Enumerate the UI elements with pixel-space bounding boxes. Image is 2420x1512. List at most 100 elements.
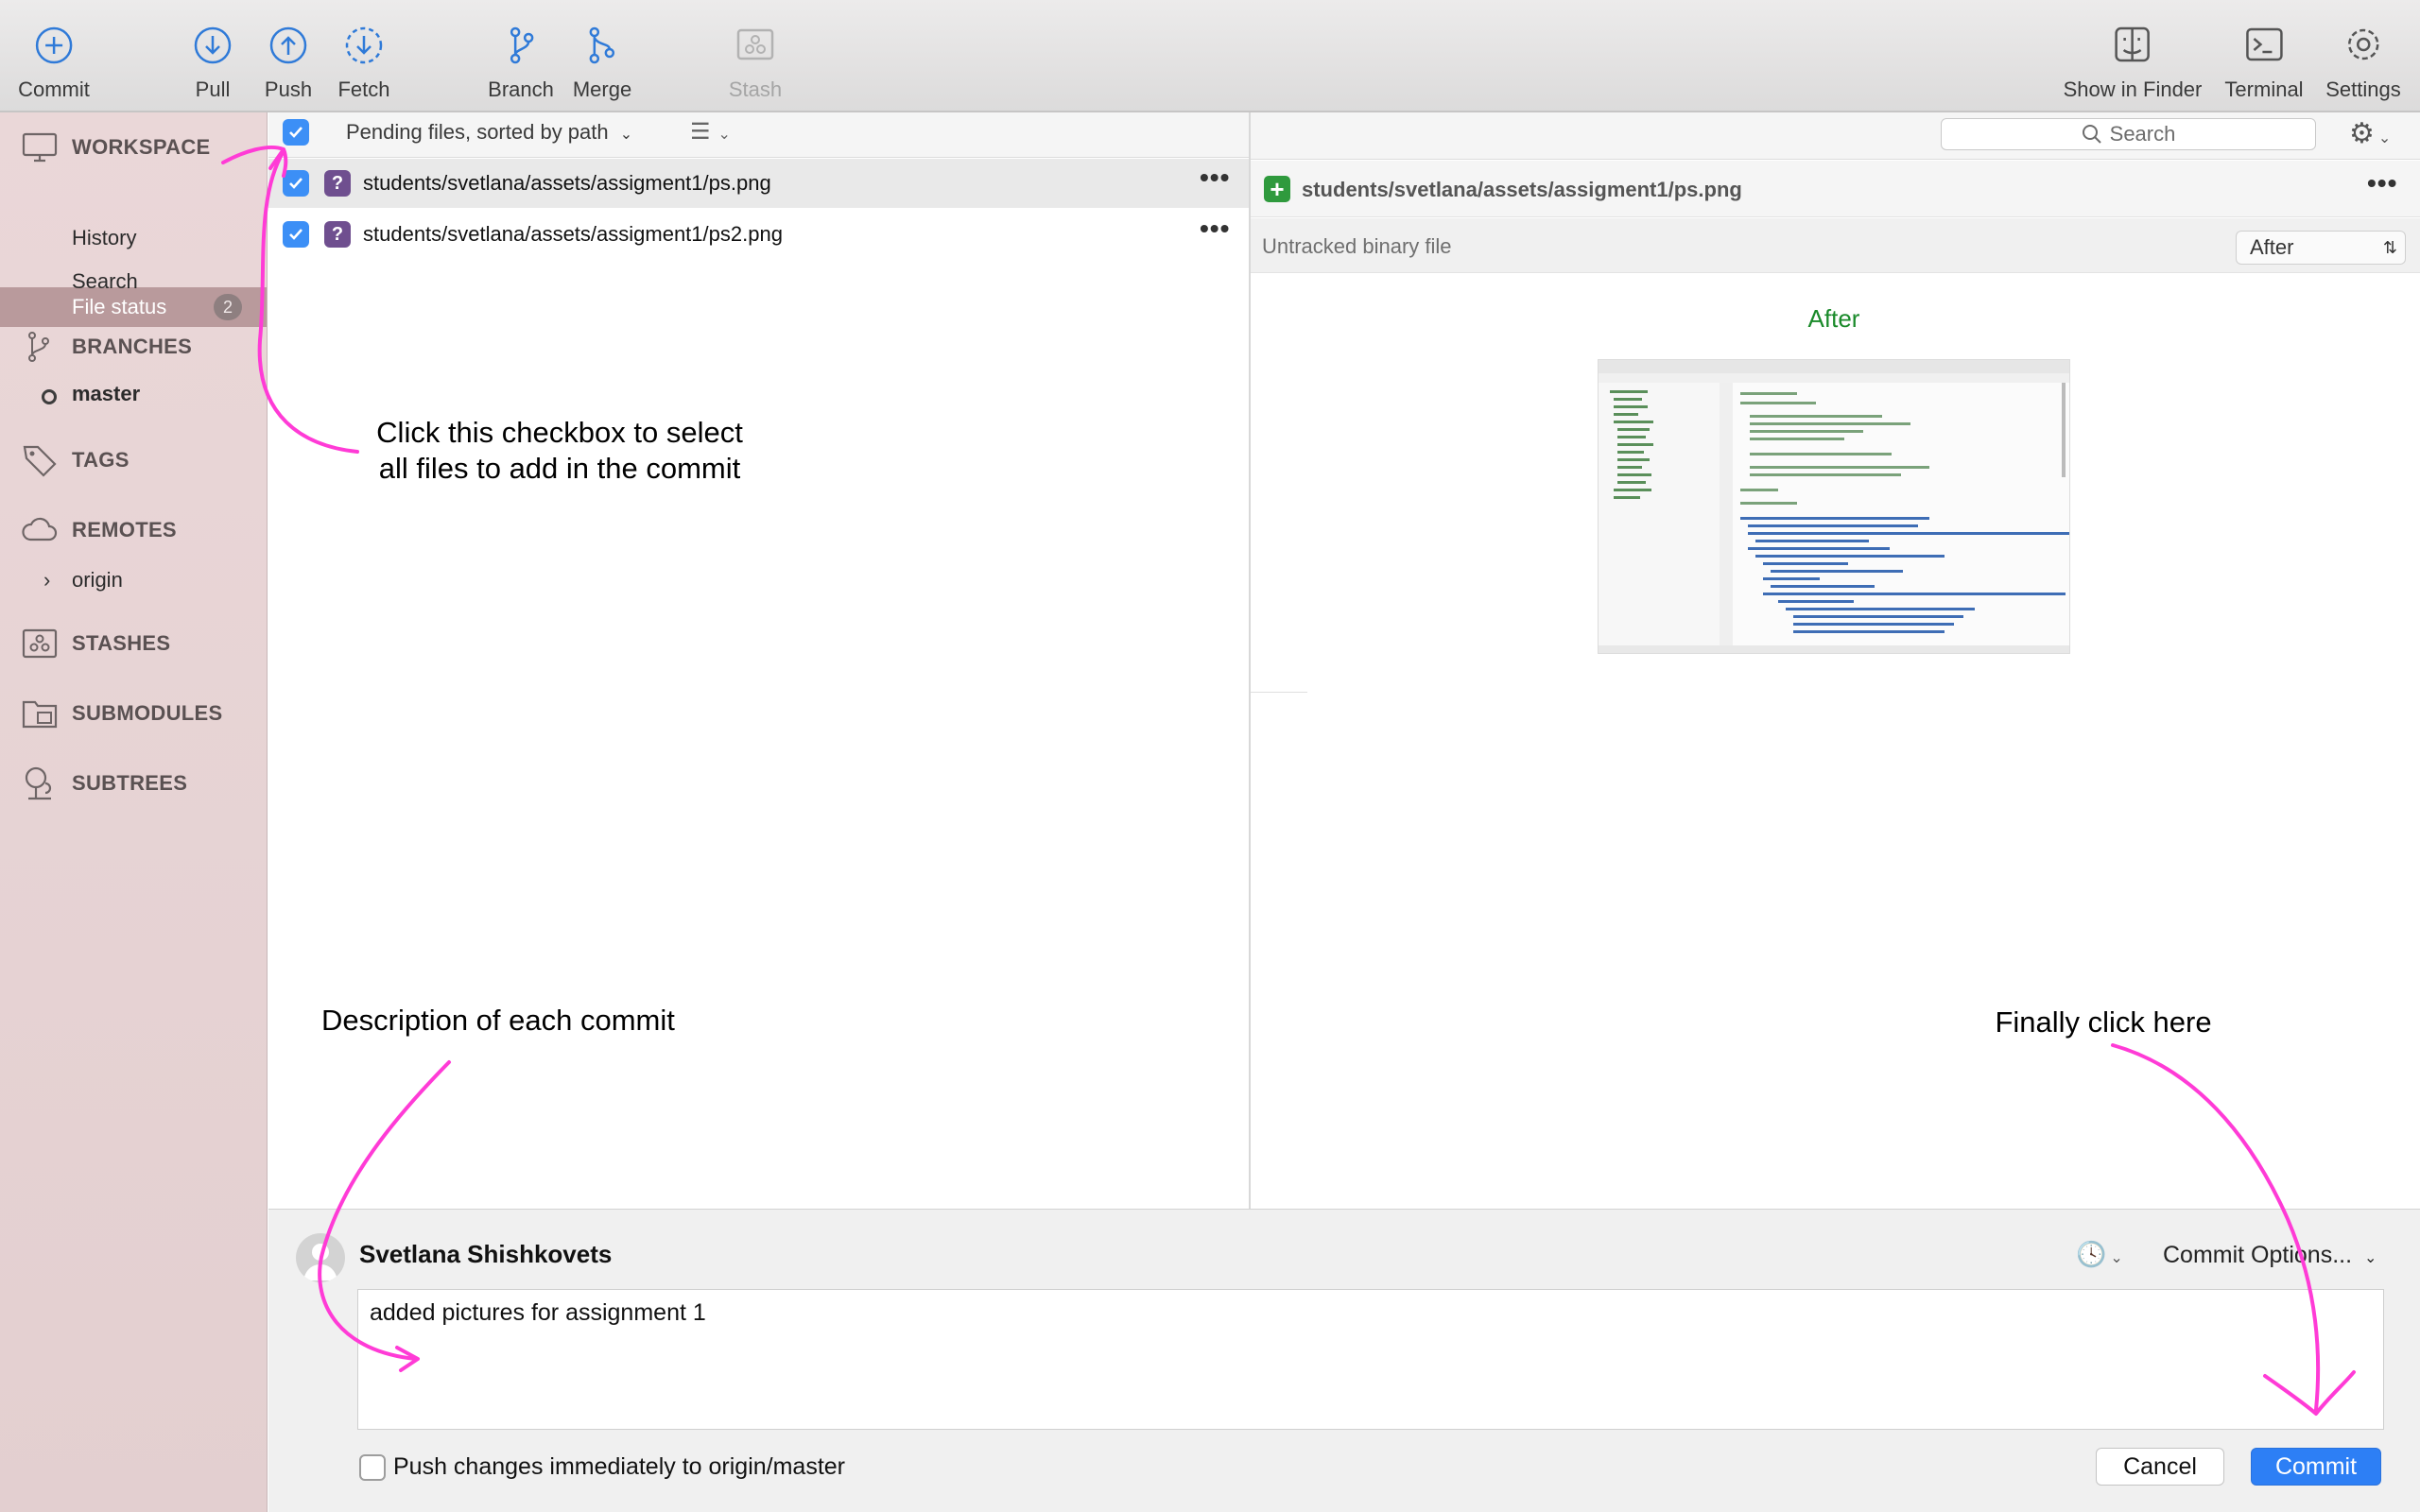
sidebar-submodules-header[interactable]: SUBMODULES [21,695,222,732]
merge-button[interactable]: Merge [573,17,631,102]
sidebar-stashes-label: STASHES [72,631,171,655]
sidebar-submodules-label: SUBMODULES [72,701,223,725]
list-icon: ☰ [690,119,711,145]
file-path: students/svetlana/assets/assigment1/ps2.… [363,222,783,246]
branch-icon [510,26,534,64]
sidebar-item-origin[interactable]: origin [72,568,123,593]
branch-icon [28,332,49,362]
files-sort-label: Pending files, sorted by path [346,120,609,144]
checkmark-icon [289,178,302,189]
more-options-icon[interactable]: ••• [1200,214,1230,244]
push-button[interactable]: Push [260,17,317,102]
untracked-status-icon: ? [324,221,351,248]
push-immediately-label: Push changes immediately to origin/maste… [393,1453,846,1480]
pane-divider[interactable] [1249,112,1251,1209]
monitor-icon [22,132,58,163]
files-sort-dropdown[interactable]: Pending files, sorted by path ⌄ [346,120,632,145]
sidebar-item-search[interactable]: Search [72,269,138,294]
pull-label: Pull [195,77,231,101]
search-icon [2082,125,2101,144]
terminal-button[interactable]: Terminal [2224,17,2304,102]
arrow-up-circle-icon [269,26,307,64]
checkmark-icon [289,229,302,240]
diff-image-label: After [1807,304,1860,333]
show-in-finder-button[interactable]: Show in Finder [2063,17,2203,102]
terminal-icon [2245,27,2283,61]
stash-icon [736,28,774,60]
settings-label: Settings [2325,77,2401,101]
gear-icon [2347,28,2379,60]
merge-icon [589,26,615,64]
sidebar-item-history[interactable]: History [72,226,136,250]
diff-mode-value: After [2250,235,2294,259]
sidebar-tags-header[interactable]: TAGS [21,441,130,479]
sidebar-subtrees-header[interactable]: SUBTREES [21,765,187,802]
cancel-button[interactable]: Cancel [2096,1448,2224,1486]
chevron-right-icon[interactable]: › [43,568,50,593]
preview-thumbnail-icon [1599,360,2069,653]
cloud-icon [22,517,58,541]
commit-options-dropdown[interactable]: Commit Options... ⌄ [2163,1242,2377,1269]
sidebar-stashes-header[interactable]: STASHES [21,625,170,662]
show-in-finder-label: Show in Finder [2063,77,2203,101]
list-view-toggle[interactable]: ☰ ⌄ [690,118,731,146]
arrow-down-circle-icon [194,26,232,64]
select-all-checkbox[interactable] [283,119,309,146]
fetch-icon [345,26,383,64]
more-options-icon[interactable]: ••• [2367,168,2397,198]
submodule-icon [22,700,58,729]
commit-toolbar-button[interactable]: Commit [18,17,90,102]
sidebar-remotes-header[interactable]: REMOTES [21,511,177,549]
chevron-down-icon: ⌄ [2110,1250,2123,1266]
file-status-count-badge: 2 [214,294,242,320]
file-row[interactable]: ? students/svetlana/assets/assigment1/ps… [268,159,1249,208]
sidebar-branches-label: BRANCHES [72,335,193,358]
file-checkbox[interactable] [283,170,309,197]
file-checkbox[interactable] [283,221,309,248]
branch-button[interactable]: Branch [488,17,554,102]
chevron-down-icon: ⌄ [717,127,731,143]
diff-mode-select[interactable]: After ⇅ [2236,231,2406,265]
sidebar-item-master[interactable]: master [72,382,140,406]
added-file-icon: + [1264,176,1290,202]
pull-button[interactable]: Pull [184,17,241,102]
annotation-checkbox-text: Click this checkbox to select all files … [352,415,768,487]
view-options-button[interactable]: ⚙ ⌄ [2349,117,2391,150]
tree-icon [25,766,52,800]
annotation-finally-text: Finally click here [1995,1005,2212,1039]
file-row[interactable]: ? students/svetlana/assets/assigment1/ps… [268,210,1249,259]
stash-button[interactable]: Stash [727,17,784,102]
annotation-checkbox-line2: all files to add in the commit [378,452,741,485]
plus-circle-icon [35,26,73,64]
commit-message-input[interactable]: added pictures for assignment 1 [357,1289,2384,1430]
commit-button[interactable]: Commit [2251,1448,2381,1486]
toolbar: Commit Pull Push Fetch Branch Merge Stas… [0,0,2420,112]
stash-icon [22,628,58,659]
settings-button[interactable]: Settings [2325,17,2401,102]
updown-chevron-icon: ⇅ [2382,238,2397,257]
image-preview [1598,359,2070,654]
avatar [296,1233,345,1282]
diff-header: + students/svetlana/assets/assigment1/ps… [1251,161,2420,217]
branch-label: Branch [488,77,554,101]
commit-author: Svetlana Shishkovets [359,1240,613,1268]
file-path: students/svetlana/assets/assigment1/ps.p… [363,171,771,195]
annotation-description-text: Description of each commit [321,1004,675,1037]
search-input[interactable]: Search [1941,118,2316,150]
sidebar-workspace-header[interactable]: WORKSPACE [21,129,211,166]
diff-file-path: students/svetlana/assets/assigment1/ps.p… [1302,178,1742,201]
push-immediately-checkbox[interactable] [359,1454,386,1481]
sidebar-tags-label: TAGS [72,448,130,472]
untracked-status-icon: ? [324,170,351,197]
preview-divider [1251,692,1307,693]
finder-icon [2115,26,2151,62]
gear-icon: ⚙ [2349,118,2375,149]
more-options-icon[interactable]: ••• [1200,163,1230,193]
commit-history-button[interactable]: 🕓 ⌄ [2076,1240,2123,1269]
file-status-label: File status [72,295,167,318]
fetch-button[interactable]: Fetch [336,17,392,102]
tag-icon [23,445,57,477]
commit-toolbar-label: Commit [18,77,90,101]
checkmark-icon [289,127,302,138]
sidebar-branches-header[interactable]: BRANCHES [21,328,192,366]
